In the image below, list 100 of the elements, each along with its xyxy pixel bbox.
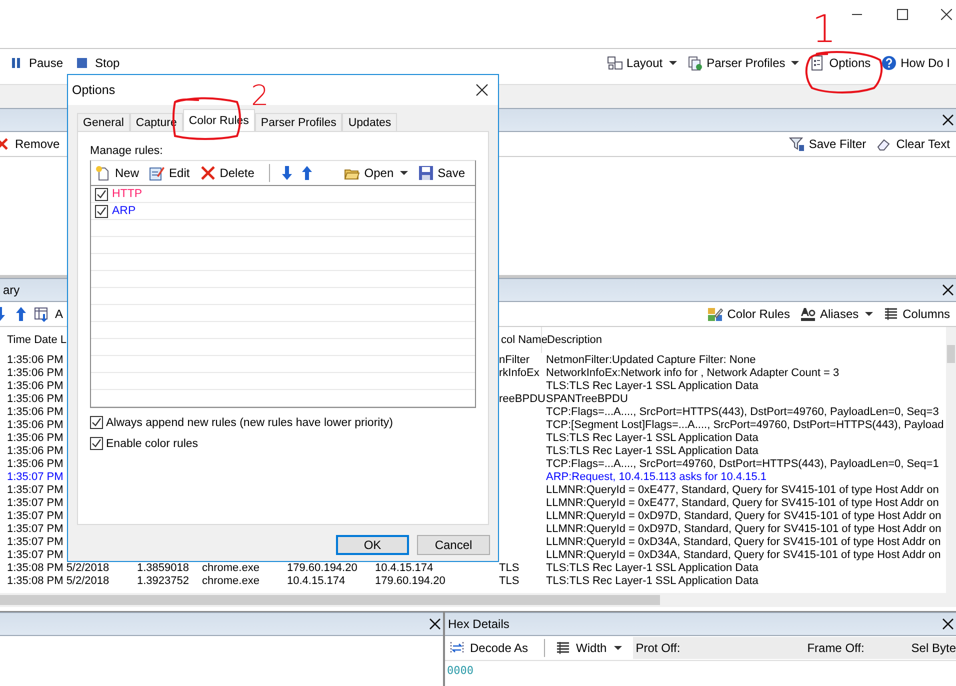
toolbar-button[interactable]: Aliases [820,307,859,321]
cancel-button[interactable]: Cancel [417,535,490,555]
table-cell: chrome.exe [202,575,260,587]
rule-name[interactable]: ARP [112,205,136,217]
table-cell: 1:35:07 PM [7,471,64,483]
save-icon[interactable] [418,165,434,181]
checkbox-label[interactable]: Always append new rules (new rules have lower priority) [106,416,393,428]
highlighter-icon[interactable] [707,306,724,322]
funnel-icon[interactable] [788,136,805,152]
toolbar-button[interactable]: How Do I [900,56,950,70]
toolbar-button[interactable]: Color Rules [727,307,790,321]
column-header[interactable]: Description [547,334,602,346]
help-icon[interactable] [880,55,897,71]
checkbox[interactable] [95,204,108,218]
panel-title: Hex Details [447,617,510,631]
table-cell: TCP:Flags=...A...., SrcPort=HTTPS(443), DstPort=49760, PayloadLen=0, Seq=3 [546,406,939,418]
field-label: Prot Off: [636,641,680,655]
table-cell: TCP:Flags=...A...., SrcPort=49760, DstPort=HTTPS(443), PayloadLen=0, Seq=1 [546,458,939,470]
checkbox[interactable] [95,188,108,200]
edit-icon[interactable] [149,165,166,181]
toolbar-button[interactable]: Save [438,166,465,180]
checkbox[interactable] [90,437,103,450]
checkbox-label[interactable]: Enable color rules [106,438,198,450]
table-cell: TCP:[Segment Lost]Flags=...A...., SrcPort=49760, DstPort=HTTPS(443), Payload [546,419,944,431]
ok-button[interactable]: OK [336,535,409,555]
table-cell: TLS [499,575,520,587]
toolbar-button[interactable]: Pause [29,56,64,70]
caret-icon[interactable] [791,61,800,65]
document-icon[interactable] [809,55,826,71]
caret-icon[interactable] [400,171,408,175]
table-cell: chrome.exe [202,562,260,574]
toolbar-button[interactable]: Options [829,56,871,70]
table-cell: 1:35:08 PM 5/2/2018 [7,575,110,587]
close-icon[interactable] [429,618,441,630]
table-cell: 1:35:07 PM [7,497,64,509]
toolbar-button[interactable]: Remove [15,137,60,151]
delete-icon[interactable] [200,165,216,181]
table-cell: 1:35:07 PM [7,484,64,496]
table-cell: 1:35:06 PM [7,445,64,457]
close-icon[interactable] [942,284,954,296]
annotation-number: 1 [812,10,836,48]
table-cell: 1:35:06 PM [7,419,64,431]
tab[interactable]: Updates [342,113,398,131]
annotation-number: 2 [251,82,269,110]
toolbar-button[interactable]: Edit [169,166,190,180]
close-icon[interactable] [941,9,952,20]
caret-icon[interactable] [614,646,622,650]
list-icon[interactable] [555,640,572,656]
table-cell: LLMNR:QueryId = 0xD97D, Standard, Query for SV415-101 of type Host Addr on [546,510,942,522]
caret-icon[interactable] [864,312,873,316]
close-icon[interactable] [942,618,954,630]
up-arrow-icon[interactable] [13,306,29,322]
column-header[interactable]: col Name [501,334,548,346]
toolbar-button[interactable]: Clear Text [896,137,950,151]
toolbar-button[interactable]: Parser Profiles [706,56,786,70]
table-cell: LLMNR:QueryId = 0xE477, Standard, Query for SV415-101 of type Host Addr on [546,484,939,496]
table-cell: 1.3859018 [137,562,189,574]
table-cell: 1:35:06 PM [7,393,64,405]
toolbar-button[interactable]: Layout [626,56,663,70]
table-cell: reeBPDU [499,393,546,405]
documents-icon[interactable] [686,55,703,71]
table-cell: TLS:TLS Rec Layer-1 SSL Application Data [546,445,758,457]
tab[interactable]: Parser Profiles [254,113,342,131]
caret-icon[interactable] [668,61,677,65]
rule-name[interactable]: HTTP [112,188,142,200]
scrollbar[interactable] [946,327,956,593]
table-cell: NetworkInfoEx:Network info for , Network Adapter Count = 3 [546,367,840,379]
table-cell: 1.3923752 [137,575,189,587]
table-cell: 1:35:06 PM [7,367,64,379]
tab[interactable]: General [77,113,130,131]
table-cell: LLMNR:QueryId = 0xD34A, Standard, Query for SV415-101 of type Host Addr on [546,549,941,561]
new-document-icon[interactable] [95,165,111,181]
scrollbar[interactable] [0,593,956,607]
toolbar-button[interactable]: Width [576,641,607,655]
close-icon[interactable] [942,114,954,126]
font-icon[interactable] [800,306,816,322]
checkbox[interactable] [90,416,103,429]
table-cell: 1:35:07 PM [7,523,64,535]
toolbar-button[interactable]: Decode As [470,641,528,655]
maximize-icon[interactable] [897,9,908,20]
toolbar-button[interactable]: Save Filter [808,137,866,151]
toolbar-button[interactable]: Columns [902,307,950,321]
table-cell: 10.4.15.174 [375,562,434,574]
toolbar-button[interactable]: Open [364,166,394,180]
list-icon[interactable] [882,306,899,322]
table-cell: nFilter [499,354,530,366]
toolbar-button[interactable]: Stop [95,56,120,70]
toolbar-button[interactable]: New [115,166,140,180]
toolbar-button[interactable]: Delete [220,166,254,180]
column-header[interactable]: Time Date L [7,334,67,346]
toolbar-button[interactable]: A [55,307,64,321]
close-icon[interactable] [476,84,488,96]
table-icon[interactable] [34,306,50,322]
table-cell: SPANTreeBPDU [546,393,628,405]
field-label: Sel Byte [911,641,956,655]
table-cell: TLS:TLS Rec Layer-1 SSL Application Data [546,575,758,587]
table-cell: 1:35:07 PM [7,510,64,522]
table-cell: TLS:TLS Rec Layer-1 SSL Application Data [546,380,758,392]
window-layout-icon[interactable] [606,55,623,71]
table-cell: 10.4.15.174 [287,575,346,587]
